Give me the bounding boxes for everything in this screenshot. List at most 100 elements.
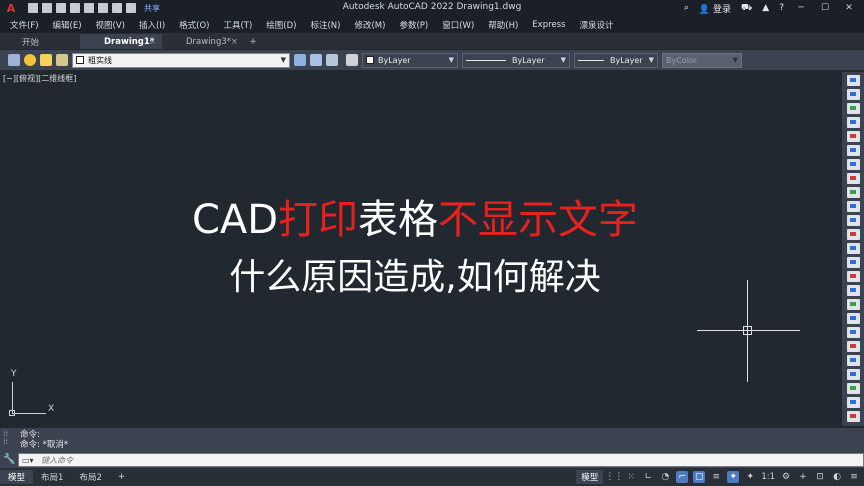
command-prompt-icon[interactable]: ▭▾	[19, 456, 41, 465]
layer-match-icon[interactable]	[310, 54, 322, 66]
maximize-button[interactable]: ☐	[818, 3, 832, 13]
redo-icon[interactable]	[126, 3, 136, 13]
cart-icon[interactable]: ⛟	[741, 3, 752, 14]
autodesk-app-icon[interactable]: ▲	[762, 3, 769, 13]
menu-modify[interactable]: 修改(M)	[354, 19, 385, 31]
tab-drawing3[interactable]: Drawing3* ×	[162, 34, 244, 49]
layout-tab-model[interactable]: 模型	[0, 470, 34, 484]
polar-icon[interactable]: ◔	[659, 471, 671, 483]
layer-previous-icon[interactable]	[326, 54, 338, 66]
quick-dimension-icon[interactable]	[846, 187, 860, 198]
new-tab-button[interactable]: +	[244, 34, 262, 49]
dimension-jogged-icon[interactable]	[846, 145, 860, 156]
grid-icon[interactable]: ⋮⋮	[605, 471, 623, 483]
menu-edit[interactable]: 编辑(E)	[53, 19, 82, 31]
help-icon[interactable]: ?	[779, 3, 784, 13]
tolerance-icon[interactable]	[846, 257, 860, 268]
dimension-override-icon[interactable]	[846, 369, 860, 380]
menu-insert[interactable]: 插入(I)	[139, 19, 165, 31]
dimension-reassociate-icon[interactable]	[846, 383, 860, 394]
dimension-linear-icon[interactable]	[846, 75, 860, 86]
layout-tab-layout2[interactable]: 布局2	[71, 470, 109, 484]
menu-view[interactable]: 视图(V)	[96, 19, 125, 31]
make-current-layer-icon[interactable]	[294, 54, 306, 66]
tab-close-icon[interactable]: ×	[149, 37, 156, 47]
center-mark-icon[interactable]	[846, 271, 860, 282]
ortho-icon[interactable]: ∟	[642, 471, 654, 483]
isolate-objects-icon[interactable]: ◐	[831, 471, 843, 483]
layer-select[interactable]: 粗实线 ▼	[72, 52, 290, 68]
menu-parametric[interactable]: 参数(P)	[399, 19, 428, 31]
menu-draw[interactable]: 绘图(D)	[266, 19, 296, 31]
save-as-icon[interactable]	[70, 3, 80, 13]
customize-menu-icon[interactable]: ≡	[848, 471, 860, 483]
login-button[interactable]: 👤 登录	[699, 2, 731, 15]
menu-window[interactable]: 窗口(W)	[442, 19, 474, 31]
tab-close-icon[interactable]: ×	[231, 37, 238, 47]
undo-icon[interactable]	[112, 3, 122, 13]
annotation-monitor-icon[interactable]: +	[797, 471, 809, 483]
snap-icon[interactable]: ⁙	[625, 471, 637, 483]
lineweight-icon[interactable]: ≡	[710, 471, 722, 483]
linetype-select[interactable]: ByLayer ▼	[462, 52, 570, 68]
layer-lock-icon[interactable]	[56, 54, 68, 66]
lineweight-select[interactable]: ByLayer ▼	[574, 52, 658, 68]
plot-icon[interactable]	[98, 3, 108, 13]
minimize-button[interactable]: ─	[794, 3, 808, 13]
menu-custom[interactable]: 漂泉设计	[580, 19, 614, 31]
menu-file[interactable]: 文件(F)	[10, 19, 39, 31]
dimension-arc-icon[interactable]	[846, 103, 860, 114]
dimension-edit-icon[interactable]	[846, 313, 860, 324]
jogged-linear-icon[interactable]	[846, 299, 860, 310]
autocad-logo-icon[interactable]: A	[0, 0, 22, 16]
tab-start[interactable]: 开始	[0, 34, 80, 49]
layout-tab-layout1[interactable]: 布局1	[33, 470, 71, 484]
inspection-icon[interactable]	[846, 285, 860, 296]
command-grip-handle[interactable]: ⁞⁞ ⁞⁞	[3, 430, 15, 454]
viewport-controls[interactable]: [−][俯视][二维线框]	[3, 73, 76, 84]
menu-format[interactable]: 格式(O)	[179, 19, 209, 31]
menu-dimension[interactable]: 标注(N)	[310, 19, 340, 31]
dimension-diameter-icon[interactable]	[846, 159, 860, 170]
dimension-style-icon[interactable]	[846, 355, 860, 366]
save-icon[interactable]	[56, 3, 66, 13]
dimension-ordinate-icon[interactable]	[846, 117, 860, 128]
dimension-space-icon[interactable]	[846, 229, 860, 240]
add-layout-button[interactable]: +	[110, 470, 133, 484]
auto-scale-icon[interactable]: ✦	[744, 471, 756, 483]
dimension-aligned-icon[interactable]	[846, 89, 860, 100]
layer-properties-icon[interactable]	[8, 54, 20, 66]
dimension-update-icon[interactable]	[846, 341, 860, 352]
menu-tools[interactable]: 工具(T)	[223, 19, 252, 31]
tab-drawing1[interactable]: Drawing1* ×	[80, 34, 162, 49]
menu-help[interactable]: 帮助(H)	[488, 19, 518, 31]
dimension-angular-icon[interactable]	[846, 173, 860, 184]
menu-express[interactable]: Express	[532, 20, 565, 30]
units-icon[interactable]: ⊡	[814, 471, 826, 483]
dimension-continue-icon[interactable]	[846, 215, 860, 226]
dimension-text-edit-icon[interactable]	[846, 327, 860, 338]
color-select[interactable]: ByLayer ▼	[362, 52, 458, 68]
layer-thaw-sun-icon[interactable]	[40, 54, 52, 66]
customize-wrench-icon[interactable]: 🔧	[3, 454, 15, 465]
chevron-down-icon: ▼	[448, 56, 454, 64]
new-file-icon[interactable]	[28, 3, 38, 13]
search-icon[interactable]: ⌕	[684, 3, 689, 13]
share-button[interactable]: 共享	[144, 3, 160, 14]
dimension-break-icon[interactable]	[846, 243, 860, 254]
osnap-icon[interactable]: ⌐	[676, 471, 689, 483]
command-input[interactable]	[41, 455, 341, 465]
model-space-button[interactable]: 模型	[576, 470, 604, 484]
annotation-scale[interactable]: 1:1	[761, 472, 775, 482]
workspace-gear-icon[interactable]: ⚙	[780, 471, 792, 483]
open-file-icon[interactable]	[42, 3, 52, 13]
dimension-radius-icon[interactable]	[846, 131, 860, 142]
annotation-visibility-icon[interactable]: ✦	[727, 471, 740, 483]
layer-on-bulb-icon[interactable]	[24, 54, 36, 66]
dimension-baseline-icon[interactable]	[846, 201, 860, 212]
close-button[interactable]: ✕	[842, 3, 856, 13]
web-mobile-icon[interactable]	[84, 3, 94, 13]
multileader-icon[interactable]	[846, 397, 860, 408]
leader-add-icon[interactable]	[846, 411, 860, 422]
object-tracking-icon[interactable]: ▢	[693, 471, 706, 483]
